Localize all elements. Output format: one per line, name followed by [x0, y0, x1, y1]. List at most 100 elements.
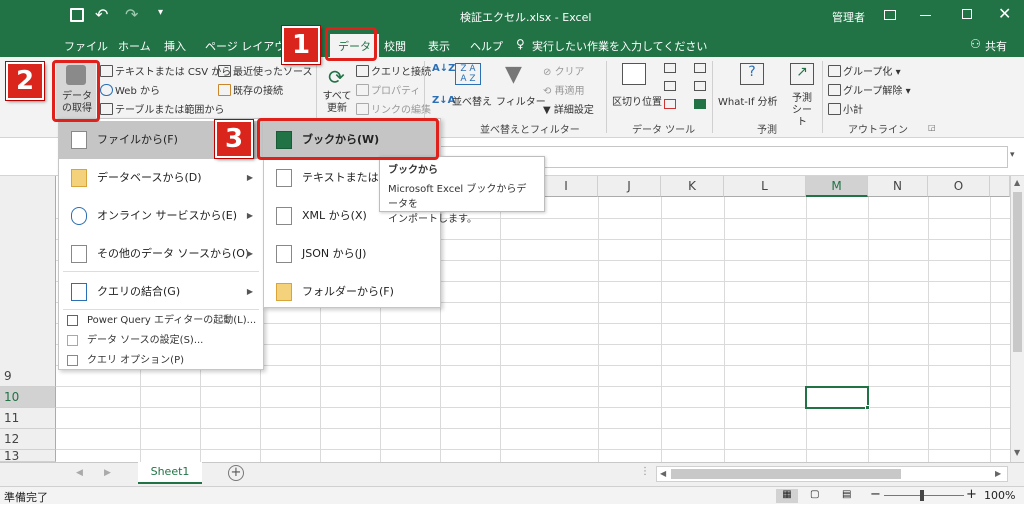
sort-button[interactable]: 並べ替え: [452, 93, 492, 108]
reapply-button[interactable]: ⟲ 再適用: [543, 82, 585, 97]
zoom-slider[interactable]: [884, 495, 964, 496]
edit-links-button[interactable]: リンクの編集: [356, 101, 431, 116]
tell-me-box[interactable]: 実行したい作業を入力してください: [532, 38, 707, 54]
forecast-sheet-button[interactable]: 予測シート: [788, 93, 816, 129]
expand-formula-icon[interactable]: ▾: [1010, 150, 1015, 160]
vertical-scrollbar[interactable]: ▲ ▼: [1010, 176, 1024, 462]
text-to-columns-icon[interactable]: [622, 63, 646, 85]
tab-insert[interactable]: 挿入: [164, 38, 186, 54]
row-header-12[interactable]: 12: [0, 429, 56, 450]
row-header-10[interactable]: 10: [0, 387, 56, 408]
zoom-in-icon[interactable]: +: [966, 487, 977, 502]
ribbon-display-icon[interactable]: [884, 10, 896, 20]
forecast-icon[interactable]: ↗: [790, 63, 814, 85]
status-text: 準備完了: [4, 491, 48, 504]
scroll-down-icon[interactable]: ▼: [1014, 448, 1020, 457]
subtotal-button[interactable]: 小計: [828, 101, 863, 116]
menu-from-online[interactable]: オンライン サービスから(E) ▶: [59, 197, 263, 235]
menu-combine-queries[interactable]: クエリの結合(G) ▶: [59, 273, 263, 311]
maximize-icon[interactable]: [962, 9, 972, 19]
customize-qat-icon[interactable]: ▾: [158, 7, 163, 18]
menu-query-options[interactable]: クエリ オプション(P): [59, 351, 263, 371]
sheet-tab-sheet1[interactable]: Sheet1: [138, 462, 202, 484]
filter-icon[interactable]: ▼: [505, 62, 522, 87]
remove-duplicates-icon[interactable]: [664, 81, 676, 91]
flash-fill-icon[interactable]: [664, 63, 676, 73]
active-cell[interactable]: [805, 386, 869, 409]
add-sheet-icon[interactable]: +: [228, 465, 244, 481]
menu-from-folder[interactable]: フォルダーから(F): [264, 273, 440, 311]
from-text-csv-button[interactable]: テキストまたは CSV から: [100, 63, 231, 78]
from-web-button[interactable]: Web から: [100, 82, 160, 97]
zoom-level[interactable]: 100%: [984, 489, 1015, 502]
grid-line: [56, 449, 1010, 450]
relationships-icon[interactable]: [694, 81, 706, 91]
column-header-n[interactable]: N: [868, 176, 928, 197]
column-header-o[interactable]: O: [928, 176, 990, 197]
column-header-m[interactable]: M: [806, 176, 868, 197]
save-icon[interactable]: [70, 8, 84, 22]
page-break-view-icon[interactable]: ▤: [842, 489, 851, 500]
scroll-left-icon[interactable]: ◀: [660, 469, 666, 478]
tab-view[interactable]: 表示: [428, 38, 450, 54]
row-header-13[interactable]: 13: [0, 450, 56, 462]
data-model-icon[interactable]: [694, 99, 706, 109]
scroll-h-thumb[interactable]: [671, 469, 901, 479]
fill-handle[interactable]: [865, 405, 870, 410]
share-button[interactable]: 共有: [985, 38, 1007, 54]
ungroup-button[interactable]: グループ解除 ▾: [828, 82, 911, 97]
menu-from-database[interactable]: データベースから(D) ▶: [59, 159, 263, 197]
menu-from-json[interactable]: JSON から(J): [264, 235, 440, 273]
menu-data-source-settings[interactable]: データ ソースの設定(S)...: [59, 331, 263, 351]
recent-sources-button[interactable]: 最近使ったソース: [218, 63, 313, 78]
more-sheets-icon[interactable]: ⋮: [640, 466, 650, 477]
sort-dialog-icon[interactable]: Z AA Z: [455, 63, 481, 85]
normal-view-icon[interactable]: ▦: [776, 489, 798, 503]
existing-connections-button[interactable]: 既存の接続: [218, 82, 283, 97]
zoom-slider-thumb[interactable]: [920, 490, 924, 501]
refresh-all-button[interactable]: ⟳ すべて更新: [320, 61, 354, 121]
group-forecast-label: 予測: [757, 125, 777, 136]
redo-icon[interactable]: ↷: [125, 5, 138, 24]
zoom-out-icon[interactable]: −: [870, 487, 881, 502]
submenu-arrow-icon: ▶: [246, 287, 253, 296]
column-header-l[interactable]: L: [724, 176, 806, 197]
minimize-icon[interactable]: [920, 15, 931, 16]
data-validation-icon[interactable]: [664, 99, 676, 109]
menu-from-other[interactable]: その他のデータ ソースから(O) ▶: [59, 235, 263, 273]
prev-sheet-icon[interactable]: ◀: [76, 468, 83, 478]
user-name[interactable]: 管理者: [832, 9, 865, 25]
advanced-filter-button[interactable]: ▼ 詳細設定: [543, 101, 594, 116]
filter-button[interactable]: フィルター: [496, 93, 546, 108]
separator: [822, 61, 823, 133]
undo-icon[interactable]: ↶: [95, 5, 108, 24]
whatif-button[interactable]: What-If 分析: [718, 93, 778, 108]
recent-icon: [218, 65, 231, 77]
page-layout-view-icon[interactable]: ▢: [810, 489, 819, 500]
tab-review[interactable]: 校閲: [384, 38, 406, 54]
tab-file[interactable]: ファイル: [64, 38, 108, 54]
row-header-11[interactable]: 11: [0, 408, 56, 429]
whatif-icon[interactable]: ?: [740, 63, 764, 85]
queries-connections-button[interactable]: クエリと接続: [356, 63, 431, 78]
sort-az-icon[interactable]: A↓Z: [432, 63, 455, 74]
scroll-right-icon[interactable]: ▶: [995, 469, 1001, 478]
menu-launch-power-query[interactable]: Power Query エディターの起動(L)...: [59, 311, 263, 331]
tab-home[interactable]: ホーム: [118, 38, 151, 54]
next-sheet-icon[interactable]: ▶: [104, 468, 111, 478]
horizontal-scrollbar[interactable]: ◀ ▶: [656, 466, 1008, 482]
group-button[interactable]: グループ化 ▾: [828, 63, 901, 78]
row-header-9[interactable]: 9: [0, 366, 56, 387]
clear-button[interactable]: ⊘ クリア: [543, 63, 585, 78]
close-icon[interactable]: ✕: [998, 4, 1011, 23]
column-header-j[interactable]: J: [598, 176, 661, 197]
from-table-button[interactable]: テーブルまたは範囲から: [100, 101, 224, 116]
text-to-columns-button[interactable]: 区切り位置: [612, 93, 662, 108]
properties-button[interactable]: プロパティ: [356, 82, 420, 97]
scroll-up-icon[interactable]: ▲: [1014, 178, 1020, 187]
scroll-thumb[interactable]: [1013, 192, 1022, 352]
column-header-k[interactable]: K: [661, 176, 724, 197]
tab-help[interactable]: ヘルプ: [470, 38, 503, 54]
consolidate-icon[interactable]: [694, 63, 706, 73]
dialog-launcher-icon[interactable]: ◲: [928, 123, 936, 132]
